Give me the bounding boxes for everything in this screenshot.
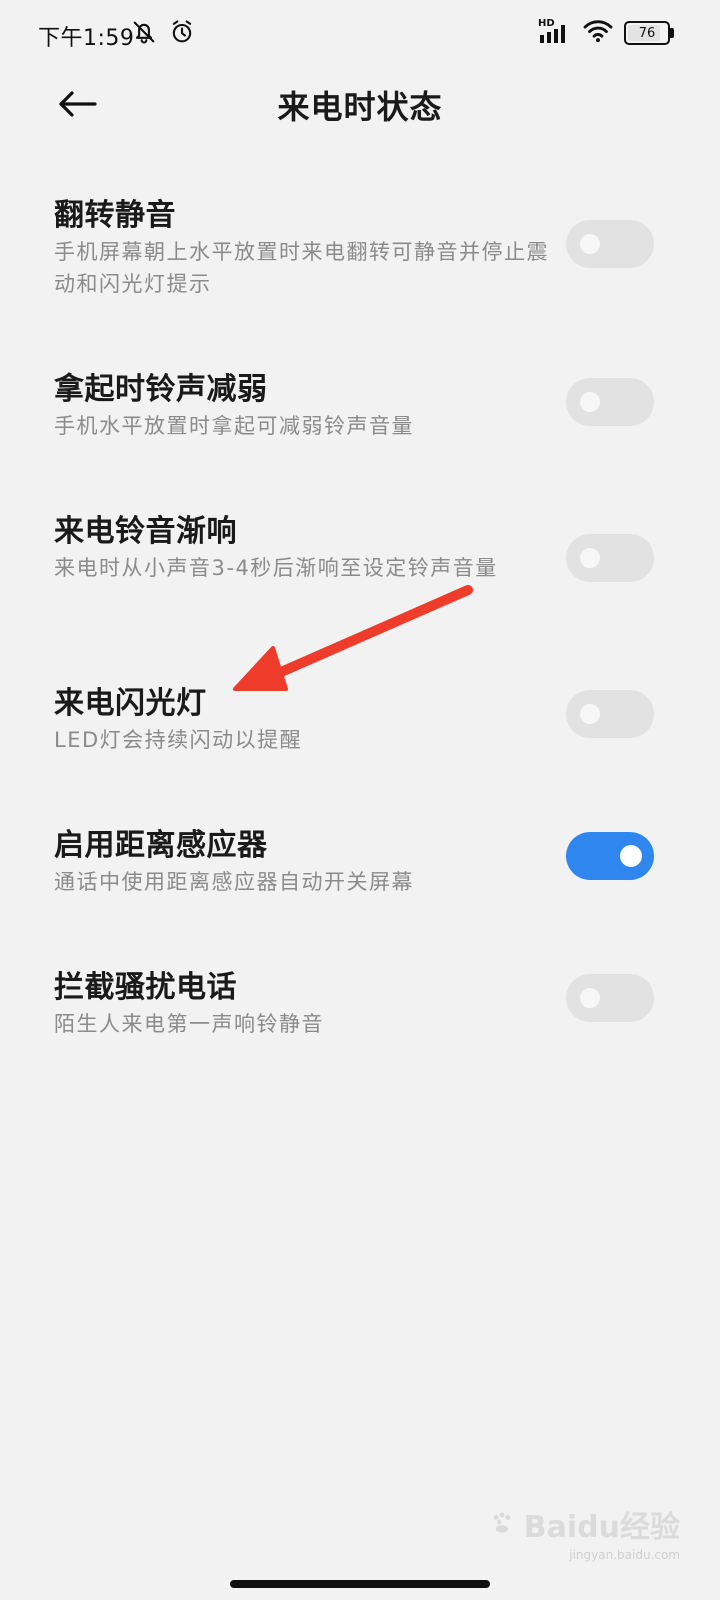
home-indicator[interactable] [230,1580,490,1588]
setting-description: 手机屏幕朝上水平放置时来电翻转可静音并停止震动和闪光灯提示 [54,240,549,296]
battery-icon: 76 [624,21,674,45]
flash-alert-toggle[interactable] [566,690,654,738]
setting-description: 陌生人来电第一声响铃静音 [54,1012,324,1036]
setting-title: 拿起时铃声减弱 [54,372,268,407]
wifi-icon [582,18,614,48]
signal-icon: HD [538,18,572,46]
setting-row-flash-alert[interactable]: 来电闪光灯 LED灯会持续闪动以提醒 [0,678,720,768]
bell-muted-icon [130,18,158,50]
setting-description: 手机水平放置时拿起可减弱铃声音量 [54,414,414,438]
setting-title: 拦截骚扰电话 [54,970,237,1005]
alarm-icon [168,18,196,50]
watermark-subtext: jingyan.baidu.com [569,1548,680,1562]
status-left-icons [130,18,196,50]
setting-title: 启用距离感应器 [54,828,268,863]
battery-tip [670,28,674,38]
page-title: 来电时状态 [277,88,443,126]
watermark-text: Baidu经验 [523,1510,680,1545]
status-bar: 下午1:59 HD 76 [0,0,720,70]
toggle-knob [580,548,600,568]
setting-row-fade-in[interactable]: 来电铃音渐响 来电时从小声音3-4秒后渐响至设定铃声音量 [0,506,720,626]
header: 来电时状态 [0,70,720,140]
setting-row-flip-mute[interactable]: 翻转静音 手机屏幕朝上水平放置时来电翻转可静音并停止震动和闪光灯提示 [0,190,720,310]
pickup-reduce-toggle[interactable] [566,378,654,426]
battery-level: 76 [638,25,656,41]
flip-mute-toggle[interactable] [566,220,654,268]
toggle-knob [580,988,600,1008]
fade-in-toggle[interactable] [566,534,654,582]
setting-row-block-spam[interactable]: 拦截骚扰电话 陌生人来电第一声响铃静音 [0,962,720,1052]
status-right: HD 76 [538,18,674,48]
setting-title: 来电铃音渐响 [54,514,237,549]
toggle-knob [620,845,642,867]
block-spam-toggle[interactable] [566,974,654,1022]
watermark: Baidu经验 [488,1502,680,1546]
toggle-knob [580,234,600,254]
setting-title: 翻转静音 [54,198,176,233]
toggle-knob [580,392,600,412]
status-time: 下午1:59 [38,26,135,51]
setting-row-pickup-reduce[interactable]: 拿起时铃声减弱 手机水平放置时拿起可减弱铃声音量 [0,364,720,454]
setting-description: 通话中使用距离感应器自动开关屏幕 [54,870,414,894]
paw-icon [488,1508,516,1540]
setting-title: 来电闪光灯 [54,686,207,721]
setting-description: 来电时从小声音3-4秒后渐响至设定铃声音量 [54,556,498,580]
toggle-knob [580,704,600,724]
setting-description: LED灯会持续闪动以提醒 [54,728,303,752]
proximity-sensor-toggle[interactable] [566,832,654,880]
setting-row-proximity[interactable]: 启用距离感应器 通话中使用距离感应器自动开关屏幕 [0,820,720,910]
